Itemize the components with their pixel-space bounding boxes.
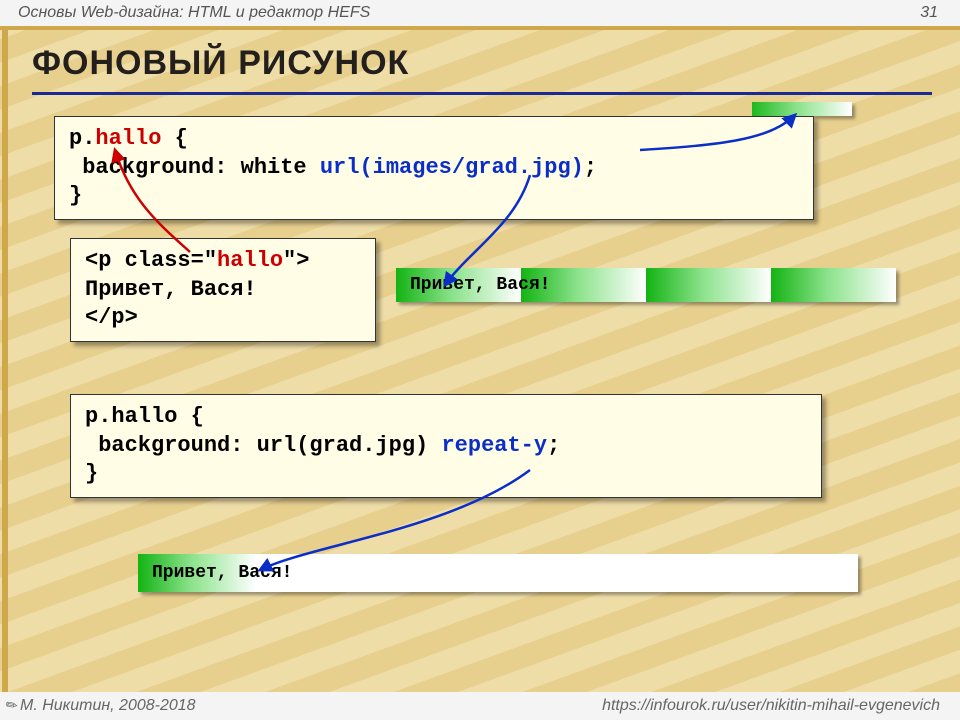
- code-text: ;: [547, 433, 560, 458]
- code-box-css-repeat-x: p.hallo { background: white url(images/g…: [54, 116, 814, 220]
- breadcrumb: Основы Web-дизайна: HTML и редактор HEFS: [18, 4, 370, 22]
- accent-vline: [2, 30, 8, 692]
- code-text: p.hallo {: [85, 404, 204, 429]
- code-text: <p class=": [85, 248, 217, 273]
- code-box-css-repeat-y: p.hallo { background: url(grad.jpg) repe…: [70, 394, 822, 498]
- code-text: }: [85, 461, 98, 486]
- gradient-tile: [646, 268, 771, 302]
- page-number: 31: [920, 4, 938, 22]
- selector-class: hallo: [95, 126, 161, 151]
- slide: Основы Web-дизайна: HTML и редактор HEFS…: [0, 0, 960, 720]
- footer-author: М. Никитин, 2008-2018: [20, 697, 196, 715]
- preview-text: Привет, Вася!: [152, 563, 292, 583]
- code-text: p.: [69, 126, 95, 151]
- code-box-html: <p class="hallo"> Привет, Вася! </p>: [70, 238, 376, 342]
- slide-title: ФОНОВЫЙ РИСУНОК: [32, 44, 409, 83]
- code-text: ">: [283, 248, 309, 273]
- code-text: }: [69, 183, 82, 208]
- code-text: ;: [584, 155, 597, 180]
- footer-url: https://infourok.ru/user/nikitin-mihail-…: [602, 697, 940, 715]
- url-token: url(images/grad.jpg): [320, 155, 584, 180]
- repeat-token: repeat-y: [441, 433, 547, 458]
- code-text: background: white: [69, 155, 320, 180]
- preview-repeat-x: Привет, Вася!: [396, 268, 896, 302]
- gradient-sample-top: [752, 102, 852, 116]
- code-text: Привет, Вася!: [85, 277, 257, 302]
- accent-hline: [0, 26, 960, 30]
- gradient-tile: [771, 268, 896, 302]
- code-text: background: url(grad.jpg): [85, 433, 441, 458]
- code-text: </p>: [85, 305, 138, 330]
- preview-text: Привет, Вася!: [410, 275, 550, 295]
- code-text: {: [161, 126, 187, 151]
- preview-repeat-y: Привет, Вася!: [138, 554, 858, 592]
- title-underline: [32, 92, 932, 95]
- class-name: hallo: [217, 248, 283, 273]
